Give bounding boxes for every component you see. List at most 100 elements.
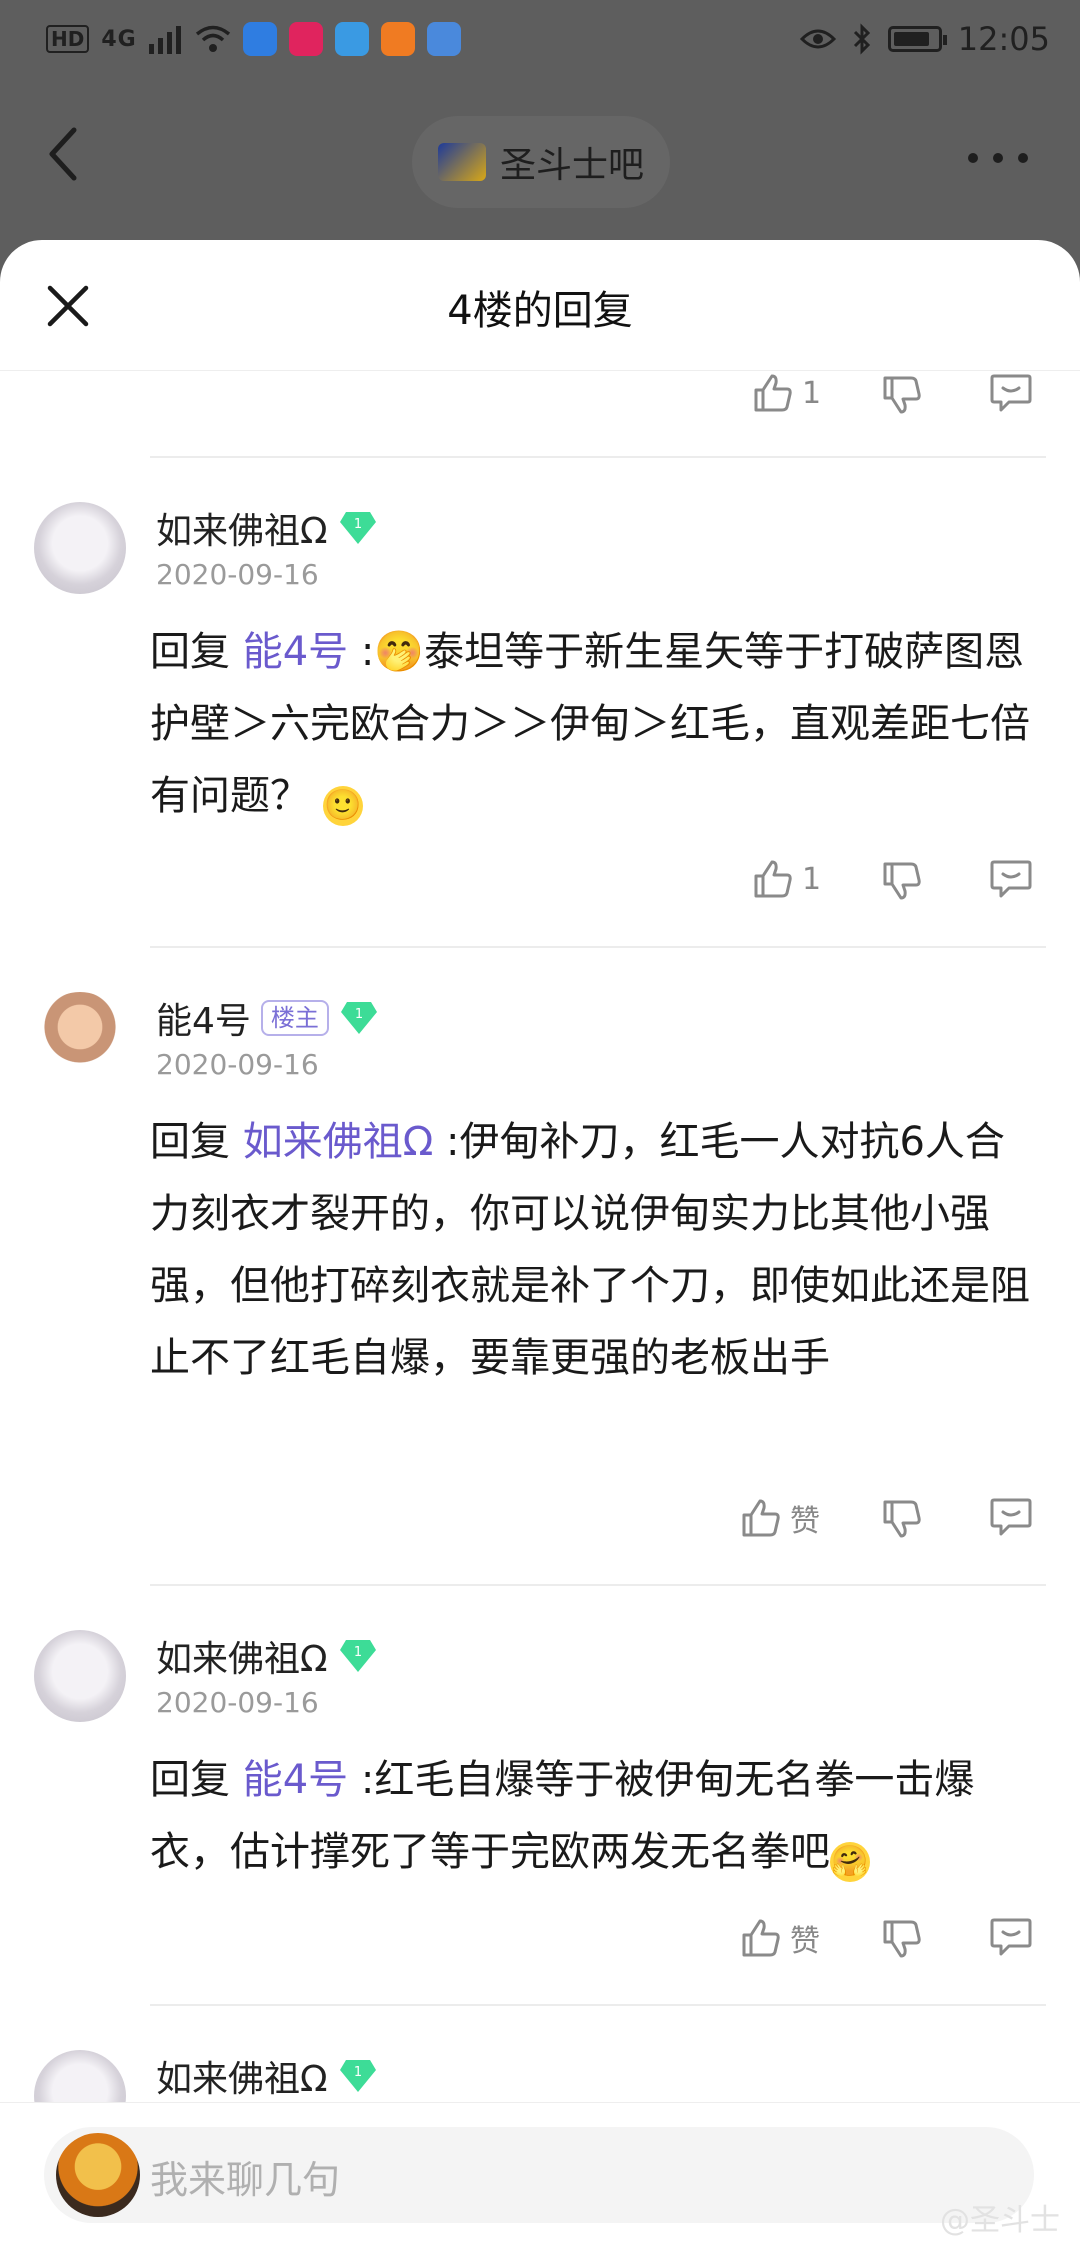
like-button[interactable]: 赞 <box>740 1916 820 1960</box>
status-left: HD 4G <box>46 22 461 56</box>
hug-emoji: 🤗 <box>830 1842 870 1882</box>
clock: 12:05 <box>957 20 1050 58</box>
dislike-button[interactable] <box>881 1498 923 1540</box>
input-placeholder: 我来聊几句 <box>150 2158 341 2202</box>
status-bar: HD 4G 12:05 <box>0 0 1080 86</box>
username: 如来佛祖Ω <box>156 511 328 552</box>
comment-input[interactable]: 我来聊几句 <box>44 2127 1034 2223</box>
sheet-title: 4楼的回复 <box>447 288 633 334</box>
svg-text:1: 1 <box>353 517 361 532</box>
mention-link[interactable]: 如来佛祖Ω <box>243 1119 434 1165</box>
divider <box>150 456 1046 458</box>
comment-author[interactable]: 如来佛祖Ω 1 <box>156 2050 378 2102</box>
reply-prefix: 回复 <box>150 629 243 675</box>
map-app-icon <box>426 22 461 56</box>
comment-icon <box>990 1918 1032 1956</box>
comment-author[interactable]: 能4号 楼主 1 <box>156 992 379 1044</box>
thumbs-up-icon <box>754 374 792 412</box>
reply-button[interactable] <box>989 1496 1033 1538</box>
like-button[interactable]: 1 <box>752 372 821 414</box>
level-gem-icon: 1 <box>340 1002 377 1034</box>
divider <box>150 1584 1046 1586</box>
hd-indicator: HD <box>46 25 90 53</box>
sheet-header: 4楼的回复 <box>0 240 1080 371</box>
thumbs-down-icon <box>883 862 921 900</box>
comment-date: 2020-09-16 <box>156 558 319 591</box>
dislike-button[interactable] <box>881 1918 923 1960</box>
reply-button[interactable] <box>989 372 1033 414</box>
thumbs-down-icon <box>883 376 921 414</box>
like-button[interactable]: 1 <box>752 858 821 900</box>
watermark: @圣斗士 <box>940 2203 1060 2238</box>
like-label: 赞 <box>790 1504 820 1539</box>
username: 如来佛祖Ω <box>156 2059 328 2100</box>
reply-prefix: 回复 <box>150 1757 243 1803</box>
chevron-left-icon <box>49 127 77 181</box>
comment-icon <box>990 860 1032 898</box>
username: 如来佛祖Ω <box>156 1639 328 1680</box>
dislike-button[interactable] <box>881 860 923 902</box>
comment-date: 2020-09-16 <box>156 1686 319 1719</box>
forum-title-pill[interactable]: 圣斗士吧 <box>412 116 671 208</box>
network-type: 4G <box>101 26 137 52</box>
more-dot <box>993 153 1003 163</box>
like-count: 1 <box>802 861 822 897</box>
comment-date: 2020-09-16 <box>156 1048 319 1081</box>
battery-icon <box>887 26 947 52</box>
avatar[interactable] <box>34 1630 126 1722</box>
svg-text:1: 1 <box>355 1007 363 1022</box>
level-gem-icon: 1 <box>339 512 376 544</box>
more-dot <box>968 153 978 163</box>
comment-content: 回复 能4号 :红毛自爆等于被伊甸无名拳一击爆衣，估计撑死了等于完欧两发无名拳吧… <box>150 1744 1040 1888</box>
reply-button[interactable] <box>989 858 1033 900</box>
browser-app-icon <box>334 22 369 56</box>
like-button[interactable]: 赞 <box>740 1496 820 1540</box>
like-count: 1 <box>802 375 822 411</box>
thumbs-up-icon <box>754 860 792 898</box>
thumbs-down-icon <box>883 1920 921 1958</box>
forum-nav-bar: 圣斗士吧 <box>0 86 1080 236</box>
like-label: 赞 <box>790 1924 820 1959</box>
pinduoduo-app-icon <box>288 22 323 56</box>
reply-sheet: 4楼的回复 1 如来佛祖Ω 1 2020-09-16 回复 能4号 :🤭泰坦等于… <box>0 240 1080 2244</box>
thumbs-up-icon <box>742 1499 780 1537</box>
status-right: 12:05 <box>799 20 1050 58</box>
forum-name: 圣斗士吧 <box>500 145 645 186</box>
back-button[interactable] <box>44 124 84 184</box>
shield-app-icon <box>242 22 277 56</box>
comment-icon <box>990 374 1032 412</box>
svg-text:1: 1 <box>353 2065 361 2080</box>
comment-content: 回复 能4号 :🤭泰坦等于新生星矢等于打破萨图恩护壁＞六完欧合力＞＞伊甸＞红毛，… <box>150 616 1040 832</box>
comment-author[interactable]: 如来佛祖Ω 1 <box>156 1630 378 1682</box>
level-gem-icon: 1 <box>339 1640 376 1672</box>
svg-text:1: 1 <box>353 1645 361 1660</box>
more-dot <box>1018 153 1028 163</box>
mention-link[interactable]: 能4号 <box>243 629 348 675</box>
my-avatar <box>56 2133 140 2217</box>
signal-icon <box>148 26 181 54</box>
audio-app-icon <box>380 22 415 56</box>
more-options-button[interactable] <box>968 146 1028 170</box>
avatar[interactable] <box>34 502 126 594</box>
eye-comfort-icon <box>799 29 836 49</box>
reply-button[interactable] <box>989 1916 1033 1958</box>
forum-logo <box>438 143 486 181</box>
bluetooth-icon <box>853 23 870 55</box>
dislike-button[interactable] <box>881 374 923 416</box>
comment-icon <box>990 1498 1032 1536</box>
thumbs-up-icon <box>742 1919 780 1957</box>
comment-author[interactable]: 如来佛祖Ω 1 <box>156 502 378 554</box>
smile-emoji: 🙂 <box>322 786 363 826</box>
comment-content: 回复 如来佛祖Ω :伊甸补刀，红毛一人对抗6人合力刻衣才裂开的，你可以说伊甸实力… <box>150 1106 1040 1394</box>
comment-input-bar: 我来聊几句 @圣斗士 <box>0 2102 1080 2244</box>
thumbs-down-icon <box>883 1500 921 1538</box>
divider <box>150 2004 1046 2006</box>
avatar[interactable] <box>34 992 126 1084</box>
mention-link[interactable]: 能4号 <box>243 1757 348 1803</box>
username: 能4号 <box>156 1001 251 1042</box>
reply-prefix: 回复 <box>150 1119 243 1165</box>
wifi-icon <box>195 25 230 52</box>
owner-badge: 楼主 <box>260 1000 329 1036</box>
level-gem-icon: 1 <box>339 2060 376 2092</box>
divider <box>150 946 1046 948</box>
